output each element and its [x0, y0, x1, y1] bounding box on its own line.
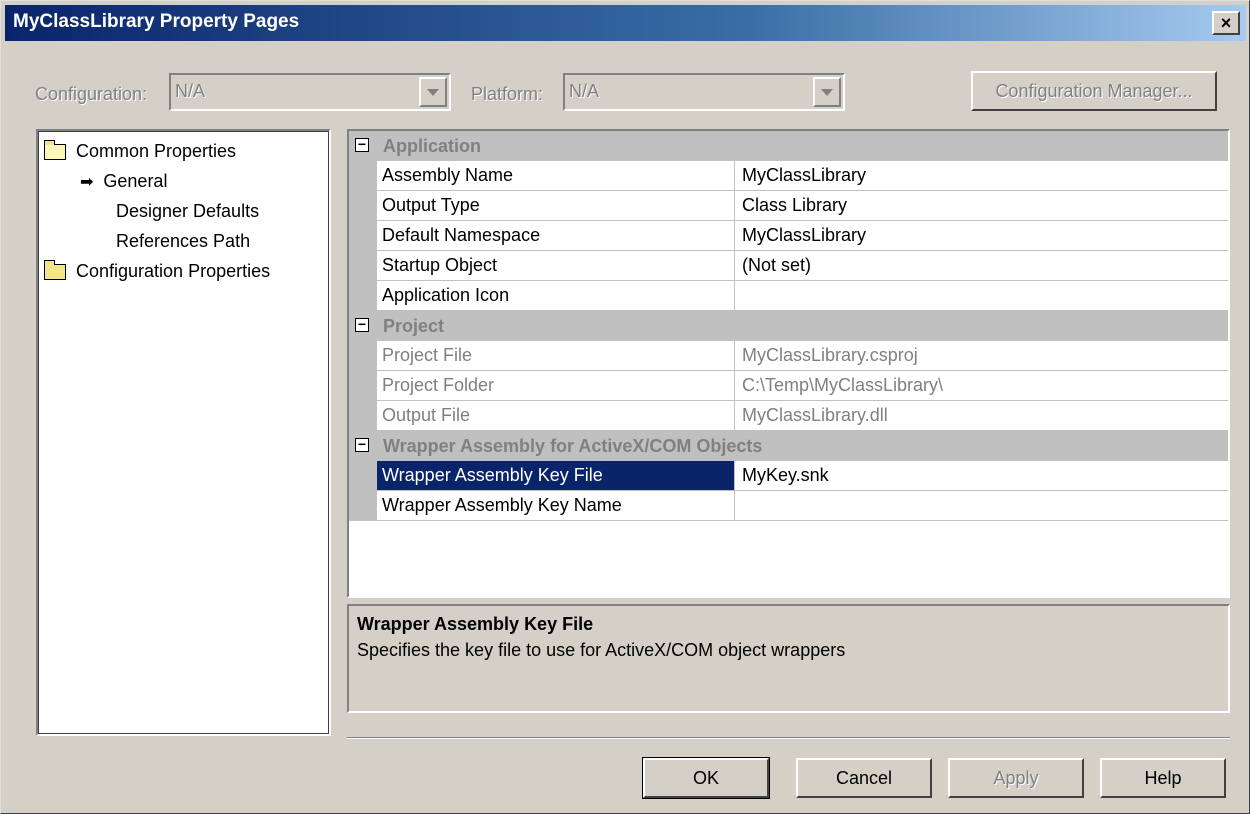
- arrow-icon: ➡: [80, 173, 94, 191]
- configuration-combo[interactable]: N/A: [169, 73, 451, 111]
- configuration-manager-button[interactable]: Configuration Manager...: [971, 71, 1217, 111]
- property-name: Application Icon: [377, 281, 735, 310]
- row-gutter: [349, 281, 377, 311]
- property-row[interactable]: Output File MyClassLibrary.dll: [349, 401, 1228, 431]
- property-row[interactable]: Application Icon: [349, 281, 1228, 311]
- row-gutter: [349, 161, 377, 191]
- property-grid[interactable]: − Application Assembly Name MyClassLibra…: [347, 129, 1230, 598]
- tree-item-references-path[interactable]: References Path: [116, 231, 250, 252]
- property-name: Startup Object: [377, 251, 735, 280]
- tree-item-label: Designer Defaults: [116, 201, 260, 221]
- tree-item-label: Common Properties: [76, 141, 237, 161]
- property-value[interactable]: [736, 491, 742, 524]
- row-gutter: [349, 401, 377, 431]
- description-title: Wrapper Assembly Key File: [357, 614, 594, 634]
- category-name: Project: [383, 316, 445, 336]
- tree-item-configuration-properties[interactable]: Configuration Properties: [44, 259, 271, 282]
- property-row[interactable]: Startup Object (Not set): [349, 251, 1228, 281]
- category-wrapper-assembly[interactable]: − Wrapper Assembly for ActiveX/COM Objec…: [349, 431, 1228, 461]
- cancel-button[interactable]: Cancel: [796, 758, 932, 798]
- ok-label: OK: [692, 767, 719, 788]
- description-panel: Wrapper Assembly Key File Specifies the …: [347, 604, 1230, 713]
- property-name: Project Folder: [377, 371, 735, 400]
- help-button[interactable]: Help: [1100, 758, 1226, 798]
- open-folder-icon: [44, 139, 66, 160]
- property-name: Output Type: [377, 191, 735, 220]
- property-value[interactable]: (Not set): [736, 251, 811, 284]
- configuration-label: Configuration:: [35, 84, 148, 104]
- tree-item-label: General: [103, 171, 168, 191]
- category-name: Wrapper Assembly for ActiveX/COM Objects: [383, 436, 763, 456]
- platform-label: Platform:: [471, 84, 544, 104]
- row-gutter: [349, 251, 377, 281]
- tree-item-general[interactable]: ➡ General: [80, 171, 167, 192]
- apply-label: Apply: [993, 767, 1039, 788]
- category-project[interactable]: − Project: [349, 311, 1228, 341]
- description-text: Specifies the key file to use for Active…: [357, 640, 846, 660]
- chevron-down-icon: [427, 88, 439, 96]
- tree-item-label: Configuration Properties: [76, 261, 271, 281]
- row-gutter: [349, 221, 377, 251]
- title-bar[interactable]: MyClassLibrary Property Pages ×: [5, 5, 1246, 41]
- row-gutter: [349, 461, 377, 491]
- collapse-icon[interactable]: −: [355, 317, 369, 332]
- property-name: Wrapper Assembly Key File: [377, 461, 735, 490]
- property-value: MyClassLibrary.dll: [742, 405, 888, 425]
- property-value[interactable]: [736, 281, 742, 314]
- apply-button[interactable]: Apply: [948, 758, 1084, 798]
- property-value[interactable]: MyClassLibrary: [736, 221, 866, 254]
- platform-value: N/A: [569, 81, 600, 101]
- row-gutter: [349, 491, 377, 521]
- property-name: Assembly Name: [377, 161, 735, 190]
- close-button[interactable]: ×: [1212, 11, 1240, 35]
- tree-item-label: References Path: [116, 231, 251, 251]
- cancel-label: Cancel: [835, 767, 893, 788]
- property-row[interactable]: Output Type Class Library: [349, 191, 1228, 221]
- help-label: Help: [1144, 767, 1182, 788]
- folder-icon: [44, 259, 66, 280]
- close-icon: ×: [1220, 13, 1232, 33]
- collapse-icon[interactable]: −: [355, 437, 369, 452]
- property-name: Project File: [377, 341, 735, 370]
- collapse-icon[interactable]: −: [355, 137, 369, 152]
- property-value[interactable]: Class Library: [736, 191, 847, 224]
- property-value[interactable]: MyKey.snk: [736, 461, 829, 494]
- property-value[interactable]: MyClassLibrary: [736, 161, 866, 194]
- property-row[interactable]: Assembly Name MyClassLibrary: [349, 161, 1228, 191]
- property-pages-dialog: MyClassLibrary Property Pages × Configur…: [0, 0, 1250, 814]
- row-gutter: [349, 191, 377, 221]
- configuration-manager-label: Configuration Manager...: [995, 80, 1193, 101]
- property-row[interactable]: Wrapper Assembly Key Name: [349, 491, 1228, 521]
- tree-item-common-properties[interactable]: Common Properties: [44, 139, 237, 162]
- property-row[interactable]: Default Namespace MyClassLibrary: [349, 221, 1228, 251]
- platform-dropdown-button[interactable]: [813, 77, 841, 107]
- property-name: Default Namespace: [377, 221, 735, 250]
- tree-item-designer-defaults[interactable]: Designer Defaults: [116, 201, 259, 222]
- property-row[interactable]: Project Folder C:\Temp\MyClassLibrary\: [349, 371, 1228, 401]
- chevron-down-icon: [821, 88, 833, 96]
- property-row-selected[interactable]: Wrapper Assembly Key File MyKey.snk: [349, 461, 1228, 491]
- configuration-dropdown-button[interactable]: [419, 77, 447, 107]
- row-gutter: [349, 341, 377, 371]
- category-name: Application: [383, 136, 481, 156]
- property-value: C:\Temp\MyClassLibrary\: [742, 375, 944, 395]
- property-name: Output File: [377, 401, 735, 430]
- row-gutter: [349, 371, 377, 401]
- property-value: MyClassLibrary.csproj: [742, 345, 918, 365]
- configuration-value: N/A: [175, 81, 206, 101]
- platform-combo[interactable]: N/A: [563, 73, 845, 111]
- category-application[interactable]: − Application: [349, 131, 1228, 161]
- property-row[interactable]: Project File MyClassLibrary.csproj: [349, 341, 1228, 371]
- ok-button[interactable]: OK: [642, 757, 770, 799]
- divider: [347, 737, 1230, 739]
- category-tree[interactable]: Common Properties ➡ General Designer Def…: [36, 129, 331, 736]
- property-name: Wrapper Assembly Key Name: [377, 491, 735, 520]
- window-title: MyClassLibrary Property Pages: [13, 11, 300, 32]
